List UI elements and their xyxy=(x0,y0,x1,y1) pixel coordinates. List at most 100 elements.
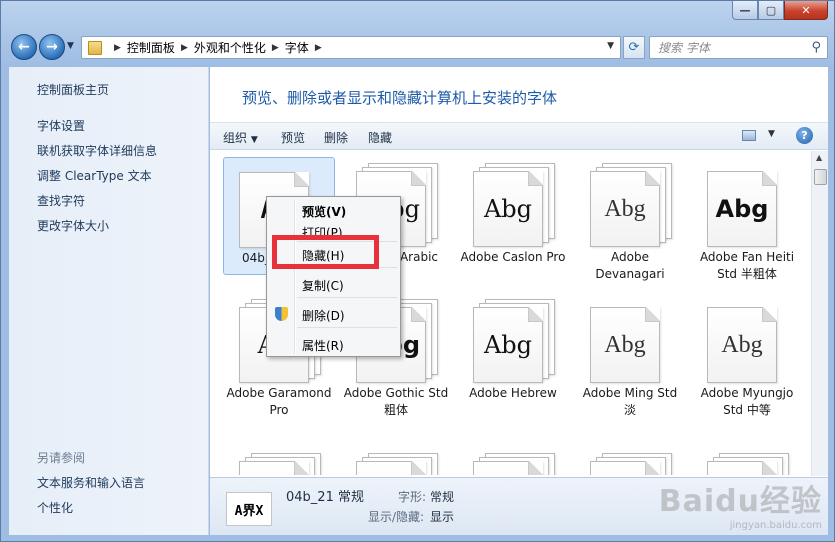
explorer-window: — ▢ ✕ ← → ▼ ▶ 控制面板 ▶ 外观和个性化 ▶ 字体 ▶ ▼ ⟳ 搜… xyxy=(0,0,835,542)
navigation-pane: 控制面板主页 字体设置 联机获取字体详细信息 调整 ClearType 文本 查… xyxy=(9,67,209,535)
search-icon[interactable]: ⚲ xyxy=(811,40,821,55)
menu-separator xyxy=(297,327,397,328)
see-also-heading: 另请参阅 xyxy=(37,451,86,465)
caption-buttons: — ▢ ✕ xyxy=(732,1,828,20)
search-input[interactable]: 搜索 字体 ⚲ xyxy=(649,36,828,59)
font-label: Adobe Hebrew xyxy=(469,386,557,400)
personalization-link[interactable]: 个性化 xyxy=(37,499,73,516)
font-tile-adobe-ming-std[interactable]: Abg Adobe Ming Std 淡 xyxy=(574,293,686,419)
font-tile-adobe-hebrew[interactable]: Abg Adobe Hebrew xyxy=(457,293,569,402)
font-thumbnail: A界X xyxy=(226,492,272,526)
watermark: Baidu经验 jingyan.baidu.com xyxy=(659,476,822,531)
scroll-up-icon[interactable]: ▲ xyxy=(816,153,822,162)
font-sample: Abg xyxy=(483,331,533,359)
font-sample: Abg xyxy=(483,195,533,223)
visibility-value: 显示 xyxy=(430,510,455,524)
adjust-cleartype-link[interactable]: 调整 ClearType 文本 xyxy=(37,167,152,184)
address-bar[interactable]: ▶ 控制面板 ▶ 外观和个性化 ▶ 字体 ▶ ▼ xyxy=(81,36,621,59)
font-tile-partial[interactable] xyxy=(340,447,452,475)
font-tile-adobe-devanagari[interactable]: Abg Adobe Devanagari xyxy=(574,157,686,283)
chevron-right-icon[interactable]: ▶ xyxy=(315,43,322,53)
address-dropdown-icon[interactable]: ▼ xyxy=(607,41,614,51)
font-label: Adobe Garamond Pro xyxy=(226,386,332,417)
font-label: Adobe Devanagari xyxy=(595,250,665,281)
font-family-icon xyxy=(701,453,793,475)
get-font-info-online-link[interactable]: 联机获取字体详细信息 xyxy=(37,142,157,159)
chevron-right-icon[interactable]: ▶ xyxy=(114,43,121,53)
font-label: Adobe Caslon Pro xyxy=(460,250,566,264)
menu-separator xyxy=(297,297,397,298)
font-sample: Abg xyxy=(715,195,769,223)
chevron-right-icon[interactable]: ▶ xyxy=(181,43,188,53)
font-tile-partial[interactable] xyxy=(457,447,569,475)
font-family-icon xyxy=(467,453,559,475)
minimize-button[interactable]: — xyxy=(732,1,758,20)
watermark-logo-text: Baidu经验 xyxy=(658,484,822,519)
font-settings-link[interactable]: 字体设置 xyxy=(37,117,85,134)
font-tile-partial[interactable] xyxy=(691,447,803,475)
font-label: Adobe Fan Heiti Std 半粗体 xyxy=(699,250,795,281)
font-family-icon xyxy=(233,453,325,475)
change-font-size-link[interactable]: 更改字体大小 xyxy=(37,217,109,234)
font-icon: Abg xyxy=(701,299,793,383)
vertical-scrollbar[interactable]: ▲ xyxy=(811,151,828,476)
style-label: 字形: xyxy=(398,490,427,504)
chevron-right-icon[interactable]: ▶ xyxy=(272,43,279,53)
command-bar: 组织 ▼ 预览 删除 隐藏 ▼ ? xyxy=(210,122,828,150)
font-tile-partial[interactable] xyxy=(223,447,335,475)
font-tile-adobe-myungjo-std[interactable]: Abg Adobe Myungjo Std 中等 xyxy=(691,293,803,419)
menu-item-preview[interactable]: 预览(V) xyxy=(302,203,346,220)
help-icon[interactable]: ? xyxy=(796,127,813,144)
font-tile-partial[interactable] xyxy=(574,447,686,475)
maximize-button[interactable]: ▢ xyxy=(758,1,784,20)
font-tile-adobe-caslon-pro[interactable]: Abg Adobe Caslon Pro xyxy=(457,157,569,266)
page-title: 预览、删除或者显示和隐藏计算机上安装的字体 xyxy=(242,89,558,107)
font-family-icon: Abg xyxy=(467,299,559,383)
view-options-dropdown-icon[interactable]: ▼ xyxy=(768,129,775,139)
style-value: 常规 xyxy=(430,490,455,504)
selected-font-name: 04b_21 常规 xyxy=(286,490,364,505)
context-menu: 预览(V) 打印(P) 隐藏(H) 复制(C) 删除(D) 属性(R) xyxy=(266,196,401,357)
search-placeholder: 搜索 字体 xyxy=(658,41,710,55)
annotation-highlight-box xyxy=(272,235,379,269)
font-sample: Abg xyxy=(604,331,646,358)
delete-button[interactable]: 删除 xyxy=(324,129,348,146)
font-sample: Abg xyxy=(604,195,646,222)
font-sample: Abg xyxy=(721,331,763,358)
folder-icon xyxy=(88,40,102,55)
organize-label: 组织 xyxy=(223,131,248,145)
control-panel-home-link[interactable]: 控制面板主页 xyxy=(37,81,109,98)
font-family-icon: Abg xyxy=(584,163,676,247)
menu-item-copy[interactable]: 复制(C) xyxy=(302,277,344,294)
chevron-down-icon: ▼ xyxy=(250,135,258,145)
watermark-url: jingyan.baidu.com xyxy=(729,520,822,531)
preview-button[interactable]: 预览 xyxy=(281,129,305,146)
font-icon: Abg xyxy=(584,299,676,383)
recent-pages-dropdown-icon[interactable]: ▼ xyxy=(67,41,74,51)
close-button[interactable]: ✕ xyxy=(784,1,828,20)
font-tile-adobe-fan-heiti[interactable]: Abg Adobe Fan Heiti Std 半粗体 xyxy=(691,157,803,283)
font-label: Adobe Myungjo Std 中等 xyxy=(700,386,794,417)
menu-item-delete[interactable]: 删除(D) xyxy=(302,307,345,324)
menu-item-properties[interactable]: 属性(R) xyxy=(302,337,344,354)
back-button[interactable]: ← xyxy=(11,34,37,60)
organize-button[interactable]: 组织 ▼ xyxy=(223,129,258,146)
scroll-thumb[interactable] xyxy=(814,169,827,185)
visibility-label: 显示/隐藏: xyxy=(368,510,425,524)
breadcrumb-control-panel[interactable]: 控制面板 xyxy=(127,39,175,56)
uac-shield-icon xyxy=(275,307,288,321)
change-view-icon[interactable] xyxy=(742,130,756,141)
font-label: Adobe Gothic Std 粗体 xyxy=(343,386,449,417)
refresh-button[interactable]: ⟳ xyxy=(623,36,645,59)
breadcrumb-appearance[interactable]: 外观和个性化 xyxy=(194,39,266,56)
breadcrumb-fonts[interactable]: 字体 xyxy=(285,39,309,56)
font-family-icon xyxy=(350,453,442,475)
forward-button[interactable]: → xyxy=(39,34,65,60)
hide-button[interactable]: 隐藏 xyxy=(368,129,392,146)
font-icon: Abg xyxy=(701,163,793,247)
navigation-bar: ← → ▼ ▶ 控制面板 ▶ 外观和个性化 ▶ 字体 ▶ ▼ ⟳ 搜索 字体 ⚲ xyxy=(9,34,828,60)
find-character-link[interactable]: 查找字符 xyxy=(37,192,85,209)
text-services-link[interactable]: 文本服务和输入语言 xyxy=(37,474,145,491)
font-label: Adobe Ming Std 淡 xyxy=(582,386,678,417)
font-family-icon xyxy=(584,453,676,475)
